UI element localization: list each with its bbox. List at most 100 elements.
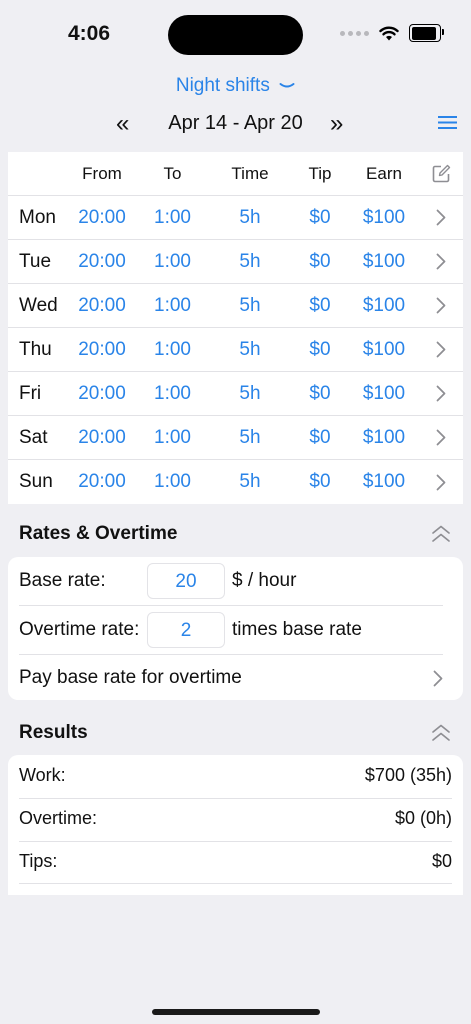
divider [19,883,452,884]
table-row[interactable]: Fri 20:00 1:00 5h $0 $100 [8,372,463,416]
from-cell[interactable]: 20:00 [68,471,136,493]
chevron-right-icon [436,297,446,314]
week-range: Apr 14 - Apr 20 [168,112,303,134]
preset-label: Night shifts [175,75,270,96]
tips-value: $0 [431,851,452,871]
chevron-right-icon [433,670,443,686]
row-detail-button[interactable] [419,429,463,446]
time-cell: 5h [239,338,261,360]
next-week-button[interactable]: » [330,110,343,138]
from-cell[interactable]: 20:00 [68,339,136,361]
to-cell[interactable]: 1:00 [136,339,209,361]
table-row[interactable]: Wed 20:00 1:00 5h $0 $100 [8,284,463,328]
table-row[interactable]: Sat 20:00 1:00 5h $0 $100 [8,416,463,460]
chevron-right-icon [436,385,446,402]
day-cell: Mon [19,206,56,228]
row-detail-button[interactable] [419,253,463,270]
to-cell[interactable]: 1:00 [136,471,209,493]
to-cell[interactable]: 1:00 [136,251,209,273]
overtime-result-row: Overtime: $0 (0h) [19,808,452,829]
overtime-value: $0 (0h) [394,808,452,828]
work-value: $700 (35h) [364,765,452,785]
tip-cell[interactable]: $0 [291,427,349,449]
dynamic-island [168,15,303,55]
row-detail-button[interactable] [419,209,463,226]
tip-cell[interactable]: $0 [291,295,349,317]
time-cell: 5h [239,471,261,492]
chevron-right-icon [436,341,446,358]
header-earn: Earn [366,163,402,183]
tip-cell[interactable]: $0 [291,339,349,361]
chevron-right-icon [436,474,446,490]
tip-cell[interactable]: $0 [291,383,349,405]
shifts-table: From To Time Tip Earn Mon 20:00 1:00 5h … [8,152,463,504]
rates-card: Base rate: 20 $ / hour Overtime rate: 2 … [8,557,463,700]
from-cell[interactable]: 20:00 [68,427,136,449]
divider [19,798,452,799]
table-row[interactable]: Mon 20:00 1:00 5h $0 $100 [8,196,463,240]
collapse-rates-icon[interactable] [431,525,451,543]
preset-dropdown[interactable]: Night shifts [0,75,471,97]
header-time: Time [231,163,269,183]
previous-week-button[interactable]: « [116,110,129,138]
work-result-row: Work: $700 (35h) [19,765,452,786]
rates-section-title: Rates & Overtime [19,523,178,544]
day-cell: Wed [19,294,58,316]
earn-cell: $100 [362,206,406,228]
overtime-rate-input[interactable]: 2 [147,612,225,648]
base-rate-unit: $ / hour [232,570,297,591]
from-cell[interactable]: 20:00 [68,295,136,317]
to-cell[interactable]: 1:00 [136,295,209,317]
time-cell: 5h [239,382,261,404]
from-cell[interactable]: 20:00 [68,383,136,405]
status-time: 4:06 [68,22,111,45]
overtime-rate-unit: times base rate [232,619,362,640]
time-cell: 5h [239,294,261,316]
home-indicator[interactable] [152,1009,320,1015]
row-detail-button[interactable] [419,297,463,314]
row-detail-button[interactable] [419,385,463,402]
earn-cell: $100 [362,338,406,360]
chevron-right-icon [436,429,446,446]
tip-cell[interactable]: $0 [291,251,349,273]
day-cell: Thu [19,338,52,360]
chevron-down-icon [279,82,295,88]
base-rate-input[interactable]: 20 [147,563,225,599]
edit-icon [432,164,450,183]
collapse-results-icon[interactable] [431,724,451,742]
overtime-rate-row: Overtime rate: 2 times base rate [19,611,443,649]
table-row[interactable]: Tue 20:00 1:00 5h $0 $100 [8,240,463,284]
from-cell[interactable]: 20:00 [68,207,136,229]
time-cell: 5h [239,426,261,448]
header-from: From [82,163,122,183]
table-header: From To Time Tip Earn [8,152,463,196]
row-detail-button[interactable] [419,474,463,491]
earn-cell: $100 [362,294,406,316]
table-row[interactable]: Sun 20:00 1:00 5h $0 $100 [8,460,463,504]
row-detail-button[interactable] [419,341,463,358]
from-cell[interactable]: 20:00 [68,251,136,273]
results-section-title: Results [19,722,88,743]
divider [19,841,452,842]
wifi-icon [379,26,399,40]
app-screen: 4:06 Night shifts Apr 14 - Apr 20 « » Fr… [0,0,471,1024]
tips-result-row: Tips: $0 [19,851,452,872]
tip-cell[interactable]: $0 [291,207,349,229]
battery-icon [409,24,444,42]
earn-cell: $100 [362,250,406,272]
tip-cell[interactable]: $0 [291,471,349,493]
tips-label: Tips: [19,851,58,871]
edit-button[interactable] [419,164,463,183]
earn-cell: $100 [362,382,406,404]
to-cell[interactable]: 1:00 [136,427,209,449]
day-cell: Tue [19,250,52,272]
status-indicators [340,24,444,42]
to-cell[interactable]: 1:00 [136,207,209,229]
overtime-rate-label: Overtime rate: [19,619,140,640]
divider [19,605,443,606]
menu-icon[interactable] [438,116,457,129]
table-row[interactable]: Thu 20:00 1:00 5h $0 $100 [8,328,463,372]
to-cell[interactable]: 1:00 [136,383,209,405]
chevron-right-icon [436,253,446,270]
pay-base-rate-row[interactable]: Pay base rate for overtime [19,658,443,698]
